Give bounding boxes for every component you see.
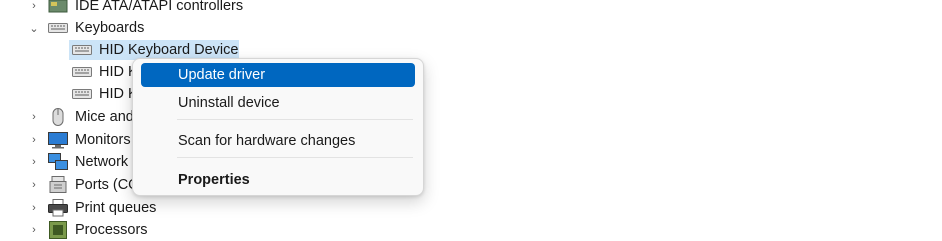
tree-item-label: Network <box>75 154 129 170</box>
tree-item-label: Processors <box>75 222 148 238</box>
tree-item-label: Keyboards <box>75 20 145 36</box>
chevron-right-icon[interactable]: › <box>28 219 40 241</box>
printer-icon <box>48 199 68 217</box>
keyboard-icon <box>72 67 92 77</box>
tree-item-label: IDE ATA/ATAPI controllers <box>75 0 244 14</box>
tree-item-mice[interactable]: › Mice and <box>0 106 135 128</box>
keyboard-icon <box>48 23 68 33</box>
tree-item-ide-controllers[interactable]: › IDE ATA/ATAPI controllers <box>0 0 260 17</box>
network-icon <box>48 153 68 170</box>
tree-item-print-queues[interactable]: › Print queues <box>0 197 200 219</box>
tree-item-ports[interactable]: › Ports (CO <box>0 174 139 196</box>
processor-icon <box>49 221 67 239</box>
menu-separator <box>177 119 413 120</box>
context-menu: Update driver Uninstall device Scan for … <box>132 58 424 196</box>
tree-item-hid-keyboard-2[interactable]: HID K <box>0 61 138 83</box>
chevron-right-icon[interactable]: › <box>28 129 40 151</box>
chevron-right-icon[interactable]: › <box>28 174 40 196</box>
tree-item-monitors[interactable]: › Monitors <box>0 129 135 151</box>
chevron-right-icon[interactable]: › <box>28 197 40 219</box>
tree-item-label: Ports (CO <box>75 177 140 193</box>
menu-item-update-driver[interactable]: Update driver <box>141 63 415 87</box>
tree-item-hid-keyboard-3[interactable]: HID K <box>0 83 138 105</box>
keyboard-icon <box>72 89 92 99</box>
port-icon <box>49 176 67 193</box>
tree-item-label: Print queues <box>75 200 157 216</box>
tree-item-label: Mice and <box>75 109 134 125</box>
chevron-right-icon[interactable]: › <box>28 151 40 173</box>
chevron-down-icon[interactable]: ⌄ <box>28 17 40 39</box>
chevron-right-icon[interactable]: › <box>28 106 40 128</box>
ide-controller-icon <box>48 0 68 13</box>
menu-item-scan-hardware[interactable]: Scan for hardware changes <box>141 129 415 153</box>
monitor-icon <box>48 132 68 149</box>
mouse-icon <box>52 108 64 126</box>
tree-item-label: Monitors <box>75 132 131 148</box>
chevron-right-icon[interactable]: › <box>28 0 40 17</box>
tree-item-network[interactable]: › Network <box>0 151 135 173</box>
tree-item-processors[interactable]: › Processors <box>0 219 200 241</box>
menu-item-uninstall-device[interactable]: Uninstall device <box>141 91 415 115</box>
tree-item-label: HID Keyboard Device <box>99 42 239 58</box>
menu-separator <box>177 157 413 158</box>
tree-item-keyboards[interactable]: ⌄ Keyboards <box>0 17 200 39</box>
menu-item-properties[interactable]: Properties <box>141 168 415 192</box>
keyboard-icon <box>72 45 92 55</box>
